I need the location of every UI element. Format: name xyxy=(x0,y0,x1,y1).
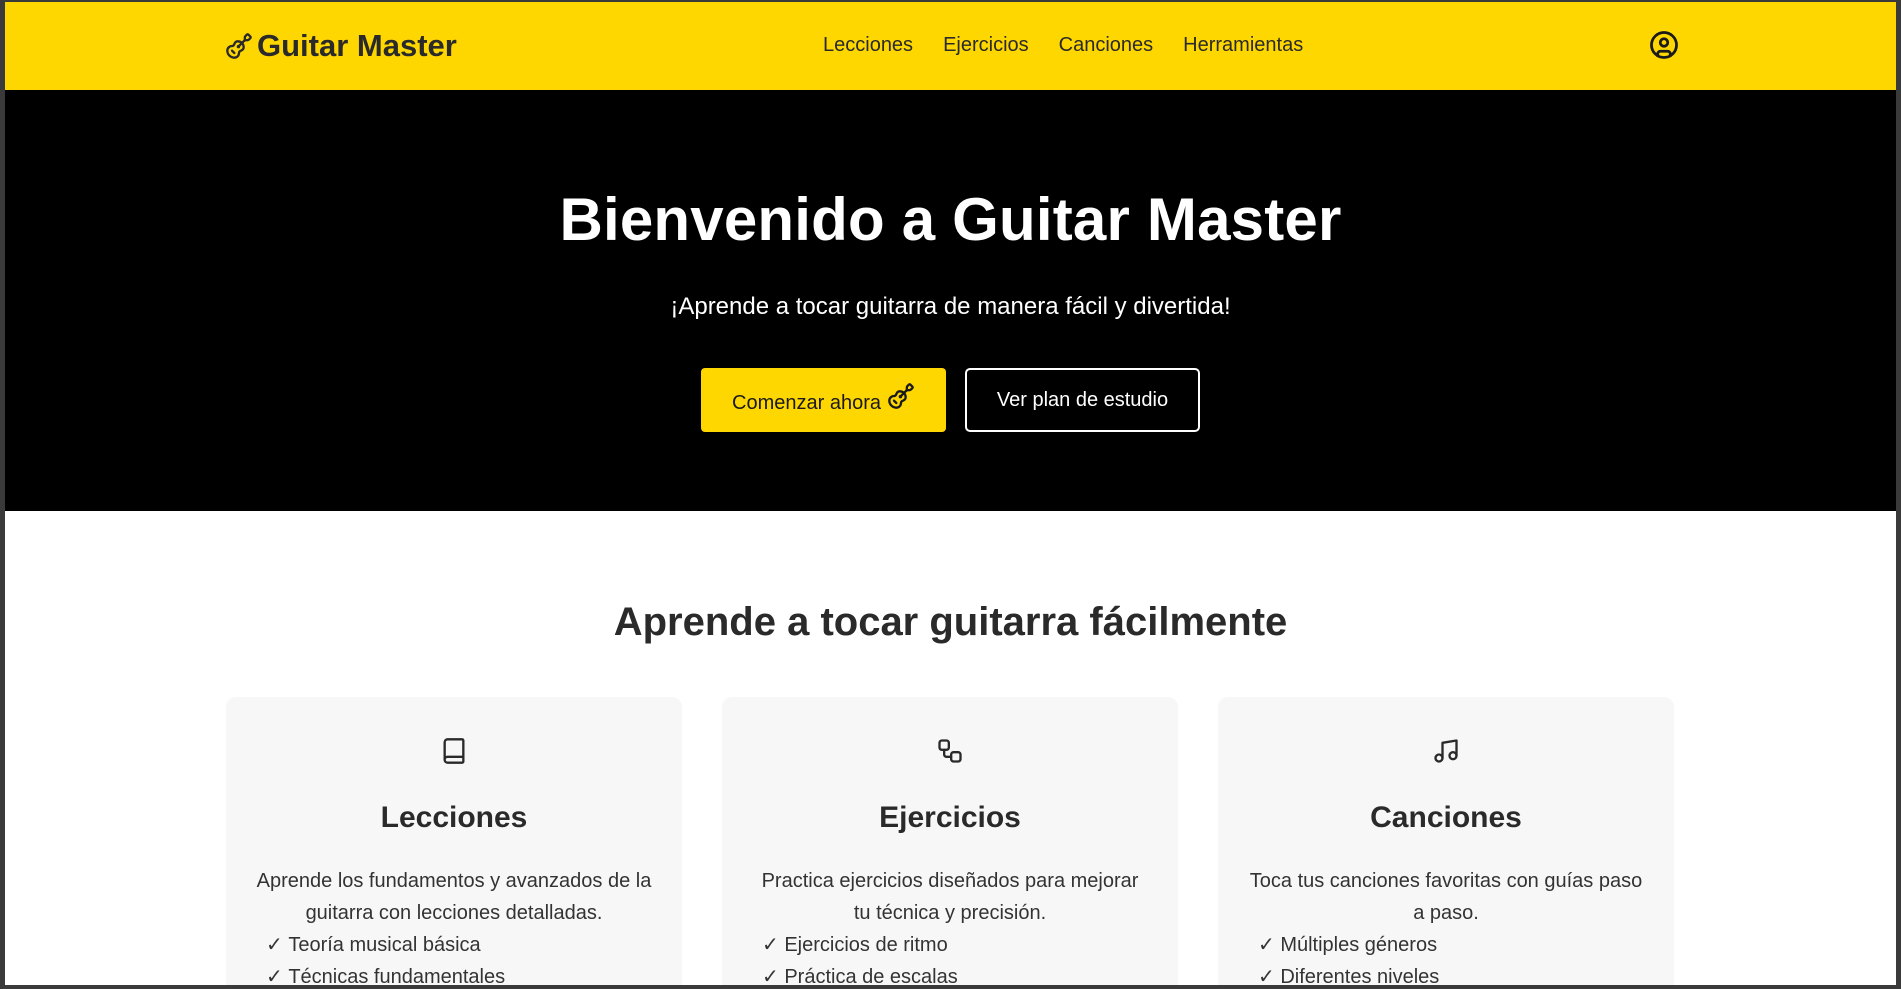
nav-lecciones[interactable]: Lecciones xyxy=(823,34,913,57)
logo-text: Guitar Master xyxy=(257,28,457,63)
study-plan-button[interactable]: Ver plan de estudio xyxy=(965,368,1200,432)
window-bottom-border xyxy=(5,985,1896,989)
workflow-icon xyxy=(938,739,962,763)
user-circle-icon[interactable] xyxy=(1649,30,1679,60)
card-title: Ejercicios xyxy=(879,801,1021,834)
nav-canciones[interactable]: Canciones xyxy=(1059,34,1154,57)
card-description: Practica ejercicios diseñados para mejor… xyxy=(761,870,1139,924)
card-description: Aprende los fundamentos y avanzados de l… xyxy=(256,870,652,924)
list-item: Teoría musical básica xyxy=(266,929,505,961)
site-logo[interactable]: Guitar Master xyxy=(225,28,457,64)
start-now-button[interactable]: Comenzar ahora xyxy=(701,368,946,432)
nav-herramientas[interactable]: Herramientas xyxy=(1183,34,1303,57)
card-feature-list: Ejercicios de ritmo Práctica de escalas xyxy=(762,929,958,989)
hero-title: Bienvenido a Guitar Master xyxy=(559,186,1342,253)
list-item: Ejercicios de ritmo xyxy=(762,929,958,961)
hero-section: Bienvenido a Guitar Master ¡Aprende a to… xyxy=(5,90,1896,511)
card-title: Canciones xyxy=(1370,801,1522,834)
nav-ejercicios[interactable]: Ejercicios xyxy=(943,34,1029,57)
feature-card-lecciones[interactable]: Lecciones Aprende los fundamentos y avan… xyxy=(226,697,682,989)
guitar-icon xyxy=(888,383,914,409)
browser-frame: Guitar Master Lecciones Ejercicios Canci… xyxy=(0,0,1901,989)
book-icon xyxy=(443,738,465,764)
features-title: Aprende a tocar guitarra fácilmente xyxy=(613,600,1288,644)
music-note-icon xyxy=(1434,739,1458,763)
guitar-icon xyxy=(226,33,252,59)
start-now-label: Comenzar ahora xyxy=(732,391,881,414)
feature-card-canciones[interactable]: Canciones Toca tus canciones favoritas c… xyxy=(1218,697,1674,989)
card-feature-list: Teoría musical básica Técnicas fundament… xyxy=(266,929,505,989)
card-description: Toca tus canciones favoritas con guías p… xyxy=(1249,870,1643,924)
hero-subtitle: ¡Aprende a tocar guitarra de manera fáci… xyxy=(670,293,1231,320)
feature-card-ejercicios[interactable]: Ejercicios Practica ejercicios diseñados… xyxy=(722,697,1178,989)
list-item: Múltiples géneros xyxy=(1258,929,1439,961)
card-feature-list: Múltiples géneros Diferentes niveles xyxy=(1258,929,1439,989)
card-title: Lecciones xyxy=(380,801,528,834)
main-nav: Lecciones Ejercicios Canciones Herramien… xyxy=(823,34,1303,57)
site-header: Guitar Master Lecciones Ejercicios Canci… xyxy=(5,2,1896,90)
